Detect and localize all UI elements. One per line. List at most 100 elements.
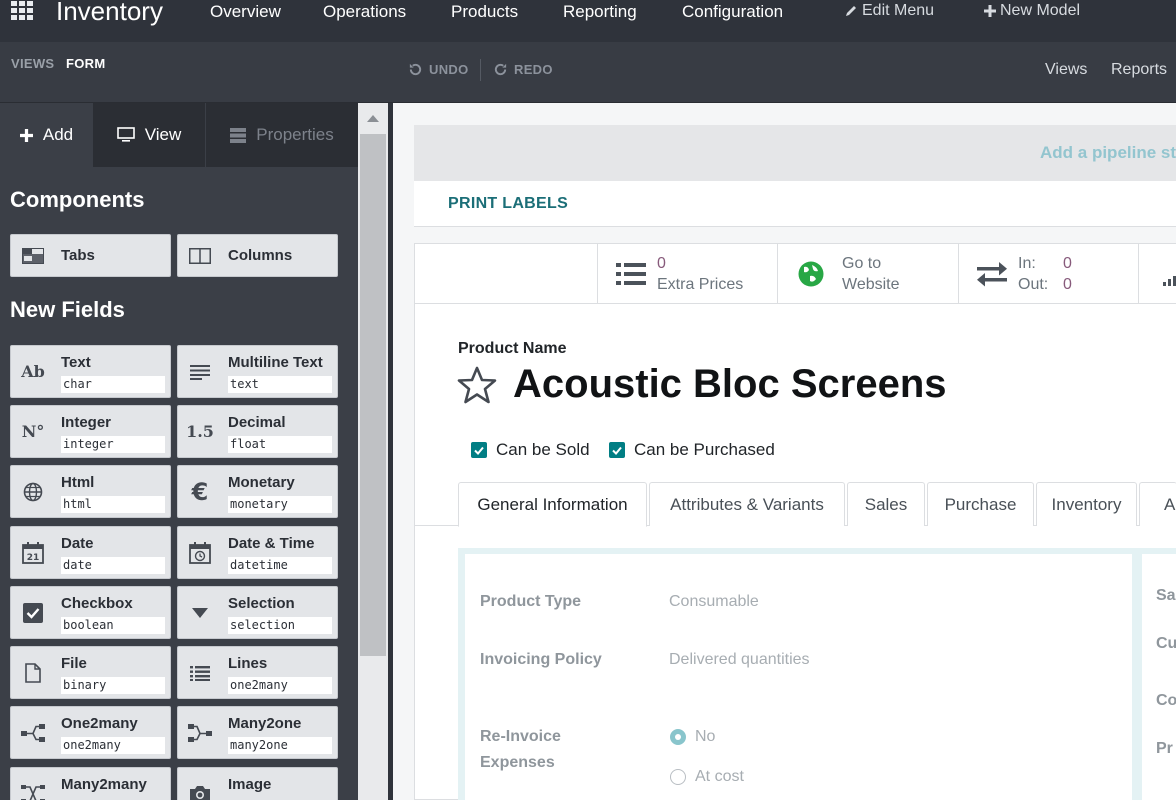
print-labels-button[interactable]: PRINT LABELS — [448, 195, 568, 213]
field-image[interactable]: Image — [177, 767, 338, 800]
field-text[interactable]: Ab Text char — [10, 345, 171, 398]
product-type-value[interactable]: Consumable — [669, 593, 759, 611]
in-out-moves-button[interactable]: In: 0 Out: 0 — [958, 244, 1138, 303]
align-left-icon — [178, 346, 222, 397]
tab-add[interactable]: Add — [0, 103, 93, 167]
views-link[interactable]: Views — [1045, 61, 1087, 79]
new-model-label: New Model — [1000, 2, 1081, 19]
tab-accounting[interactable]: Ac — [1139, 482, 1176, 526]
forecast-button[interactable] — [1138, 244, 1176, 303]
field-label: Decimal — [228, 414, 286, 431]
menu-reporting[interactable]: Reporting — [563, 2, 637, 22]
field-many2many[interactable]: Many2many — [10, 767, 171, 800]
go-to-website-button[interactable]: Go to Website — [777, 244, 958, 303]
field-integer[interactable]: N° Integer integer — [10, 405, 171, 458]
field-datetime[interactable]: Date & Time datetime — [177, 526, 338, 579]
field-monetary[interactable]: € Monetary monetary — [177, 465, 338, 518]
tab-view[interactable]: View — [93, 103, 205, 167]
menu-products[interactable]: Products — [451, 2, 518, 22]
tab-sales[interactable]: Sales — [847, 482, 925, 526]
menu-overview[interactable]: Overview — [210, 2, 281, 22]
tab-properties[interactable]: Properties — [205, 103, 358, 167]
component-tabs[interactable]: Tabs — [10, 234, 171, 277]
field-selection[interactable]: Selection selection — [177, 586, 338, 639]
product-name[interactable]: Acoustic Bloc Screens — [513, 362, 947, 407]
radio-no[interactable] — [670, 729, 686, 745]
scroll-up-arrow-icon[interactable] — [367, 115, 379, 122]
extra-prices-value: 0 — [657, 255, 666, 272]
field-label: Many2one — [228, 715, 302, 732]
reinvoice-label-line1: Re-Invoice — [480, 728, 561, 745]
field-type: float — [228, 436, 332, 453]
edit-menu-label: Edit Menu — [862, 2, 935, 19]
form-view: Add a pipeline sta PRINT LABELS 0 Extra … — [393, 103, 1176, 800]
camera-icon — [178, 768, 222, 800]
field-lines[interactable]: Lines one2many — [177, 646, 338, 699]
field-type: html — [61, 496, 165, 513]
field-many2one[interactable]: Many2one many2one — [177, 706, 338, 759]
field-checkbox[interactable]: Checkbox boolean — [10, 586, 171, 639]
list-icon — [616, 263, 646, 285]
notebook-tabs: General Information Attributes & Variant… — [415, 482, 1176, 527]
calendar-clock-icon — [178, 527, 222, 578]
menu-operations[interactable]: Operations — [323, 2, 406, 22]
decimal-icon: 1.5 — [186, 422, 214, 441]
field-html[interactable]: Html html — [10, 465, 171, 518]
field-file[interactable]: File binary — [10, 646, 171, 699]
numero-icon: N° — [21, 422, 45, 441]
studio-sidebar: Add View Properties Components Tabs Colu… — [0, 103, 358, 800]
field-label: File — [61, 655, 87, 672]
field-one2many[interactable]: One2many one2many — [10, 706, 171, 759]
component-columns-label: Columns — [228, 247, 293, 264]
menu-configuration[interactable]: Configuration — [682, 2, 783, 22]
new-model-button[interactable]: New Model — [984, 2, 1080, 20]
field-type: one2many — [228, 677, 332, 694]
field-type: many2one — [228, 737, 332, 754]
components-title: Components — [10, 187, 145, 212]
extra-prices-button[interactable]: 0 Extra Prices — [597, 244, 777, 303]
undo-button[interactable]: UNDO — [408, 62, 468, 77]
checkbox-checked-icon — [471, 442, 487, 458]
add-pipeline-link[interactable]: Add a pipeline sta — [1040, 143, 1176, 163]
tab-purchase[interactable]: Purchase — [927, 482, 1034, 526]
field-type: char — [61, 376, 165, 393]
apps-grid-icon[interactable] — [10, 1, 36, 21]
scrollbar-thumb[interactable] — [360, 134, 386, 656]
can-be-purchased-checkbox[interactable]: Can be Purchased — [609, 440, 775, 460]
radio-no-label: No — [695, 728, 716, 745]
field-label: Date & Time — [228, 535, 315, 552]
field-multiline-text[interactable]: Multiline Text text — [177, 345, 338, 398]
can-be-sold-checkbox[interactable]: Can be Sold — [471, 440, 590, 460]
edit-menu-button[interactable]: Edit Menu — [844, 2, 934, 20]
field-type: datetime — [228, 557, 332, 574]
bar-chart-icon — [1163, 276, 1176, 286]
right-group: Sa Cu Co Pr — [1142, 554, 1176, 800]
app-name[interactable]: Inventory — [56, 0, 163, 27]
redo-button[interactable]: REDO — [493, 62, 553, 77]
studio-toolbar: VIEWS FORM UNDO REDO Views Reports — [0, 42, 1176, 103]
caret-down-icon — [178, 587, 222, 638]
field-date[interactable]: 21 Date date — [10, 526, 171, 579]
invoicing-policy-value[interactable]: Delivered quantities — [669, 651, 810, 669]
tab-attributes-variants[interactable]: Attributes & Variants — [649, 482, 845, 526]
extra-prices-label: Extra Prices — [657, 276, 744, 293]
component-columns[interactable]: Columns — [177, 234, 338, 277]
star-icon[interactable] — [457, 366, 497, 404]
field-label: Multiline Text — [228, 354, 323, 371]
radio-at-cost[interactable] — [670, 769, 686, 785]
field-type: boolean — [61, 617, 165, 634]
sidebar-scrollbar[interactable] — [358, 103, 388, 800]
left-group: Product Type Consumable Invoicing Policy… — [465, 554, 1132, 800]
breadcrumb-views[interactable]: VIEWS — [11, 56, 54, 71]
checkbox-icon — [11, 587, 55, 638]
tab-general-information[interactable]: General Information — [458, 482, 647, 527]
sidebar-tabs: Add View Properties — [0, 103, 358, 167]
website-line-1: Go to — [842, 255, 882, 272]
field-type: integer — [61, 436, 165, 453]
tab-inventory[interactable]: Inventory — [1036, 482, 1137, 526]
field-decimal[interactable]: 1.5 Decimal float — [177, 405, 338, 458]
field-label: Date — [61, 535, 94, 552]
undo-label: UNDO — [429, 62, 469, 77]
radio-at-cost-label: At cost — [695, 768, 744, 785]
reports-link[interactable]: Reports — [1111, 61, 1167, 79]
